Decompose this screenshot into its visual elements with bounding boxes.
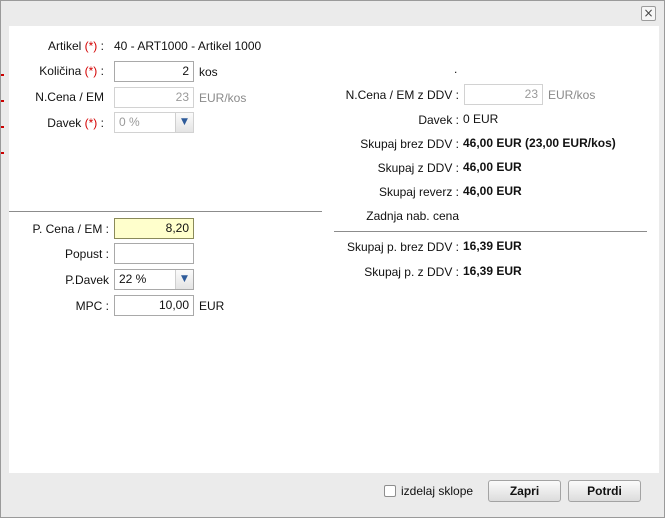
left-divider (9, 211, 322, 212)
skupaj-reverz-value: 46,00 EUR (463, 184, 522, 198)
required-mark: (*) (84, 116, 98, 130)
colon: : (100, 116, 104, 130)
davek-label-group: Davek (*) : (47, 116, 104, 130)
colon: : (100, 64, 104, 78)
mpc-label: MPC : (75, 299, 109, 313)
pdavek-select-value: 22 % (119, 272, 147, 286)
mpc-unit: EUR (199, 299, 225, 313)
skupaj-reverz-label: Skupaj reverz : (378, 185, 459, 199)
item-dialog: × Artikel (*) : 40 - ART1000 - Artikel 1… (0, 0, 665, 518)
background-mark (1, 100, 4, 102)
skupaj-brez-value: 46,00 EUR (23,00 EUR/kos) (463, 136, 616, 150)
kolicina-unit: kos (199, 65, 218, 79)
skupaj-brez-label: Skupaj brez DDV : (360, 137, 459, 151)
dialog-content: Artikel (*) : 40 - ART1000 - Artikel 100… (9, 26, 659, 473)
mpc-input[interactable]: 10,00 (114, 295, 194, 316)
skupaj-p-brez-label: Skupaj p. brez DDV : (346, 240, 459, 254)
required-mark: (*) (84, 64, 98, 78)
ncena-label: N.Cena / EM (35, 90, 104, 104)
stray-dot: . (454, 62, 458, 76)
davek-ddv-value: 0 EUR (463, 112, 499, 126)
pdavek-select[interactable]: 22 % ▼ (114, 269, 194, 290)
background-mark (1, 126, 4, 128)
artikel-value: 40 - ART1000 - Artikel 1000 (114, 39, 262, 53)
ncena-unit: EUR/kos (199, 91, 247, 105)
kolicina-input[interactable]: 2 (114, 61, 194, 82)
background-mark (1, 152, 4, 154)
izdelaj-sklope-label[interactable]: izdelaj sklope (401, 484, 473, 498)
ncena-input: 23 (114, 87, 194, 108)
skupaj-p-z-value: 16,39 EUR (463, 264, 522, 278)
ncena-ddv-unit: EUR/kos (548, 88, 596, 102)
davek-select[interactable]: 0 % ▼ (114, 112, 194, 133)
kolicina-label: Količina (39, 64, 82, 78)
artikel-label: Artikel (47, 39, 82, 53)
artikel-label-group: Artikel (*) : (48, 39, 104, 53)
skupaj-z-value: 46,00 EUR (463, 160, 522, 174)
ncena-ddv-label: N.Cena / EM z DDV : (345, 88, 459, 102)
skupaj-p-z-label: Skupaj p. z DDV : (364, 265, 459, 279)
pdavek-label: P.Davek (65, 273, 109, 287)
popust-input[interactable] (114, 243, 194, 264)
skupaj-p-brez-value: 16,39 EUR (463, 239, 522, 253)
pcena-input[interactable]: 8,20 (114, 218, 194, 239)
kolicina-label-group: Količina (*) : (39, 64, 104, 78)
required-mark: (*) (84, 39, 98, 53)
davek-label: Davek (47, 116, 82, 130)
davek-select-value: 0 % (119, 115, 140, 129)
izdelaj-sklope-checkbox[interactable] (384, 485, 396, 497)
right-divider (334, 231, 647, 232)
confirm-button[interactable]: Potrdi (568, 480, 641, 502)
background-mark (1, 74, 4, 76)
chevron-down-icon[interactable]: ▼ (175, 270, 193, 289)
skupaj-z-label: Skupaj z DDV : (377, 161, 459, 175)
chevron-down-icon[interactable]: ▼ (175, 113, 193, 132)
zadnja-label: Zadnja nab. cena (366, 209, 459, 223)
davek-ddv-label: Davek : (418, 113, 459, 127)
popust-label: Popust : (64, 247, 109, 261)
colon: : (100, 39, 104, 53)
close-icon[interactable]: × (641, 6, 656, 21)
ncena-ddv-input: 23 (464, 84, 543, 105)
pcena-label: P. Cena / EM : (32, 222, 109, 236)
close-button[interactable]: Zapri (488, 480, 561, 502)
